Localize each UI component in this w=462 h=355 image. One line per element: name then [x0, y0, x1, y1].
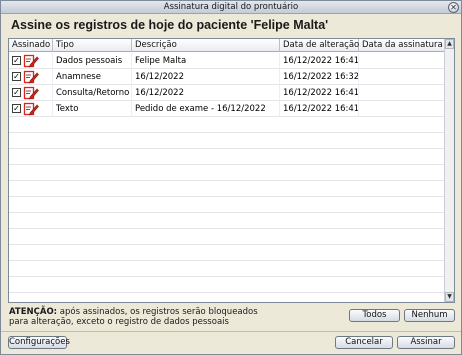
cell-data-assinatura — [359, 101, 445, 117]
table-row[interactable]: ✓ Texto Pedido de exame - 16/12/2022 16/12/… — [9, 101, 445, 117]
cell-data-assinatura — [359, 53, 445, 69]
warning-line2: para alteração, exceto o registro de dad… — [9, 317, 229, 327]
select-none-button[interactable]: Nenhum — [404, 309, 455, 322]
empty-table-row — [9, 229, 445, 245]
col-data-alteracao[interactable]: Data de alteração — [280, 39, 359, 52]
cell-assinado: ✓ — [9, 53, 53, 69]
cell-descricao: Pedido de exame - 16/12/2022 — [132, 101, 280, 117]
warning-text: ATENÇÃO: após assinados, os registros se… — [9, 307, 339, 327]
empty-table-row — [9, 197, 445, 213]
empty-table-row — [9, 245, 445, 261]
col-tipo[interactable]: Tipo — [53, 39, 132, 52]
signed-checkbox[interactable]: ✓ — [12, 88, 21, 97]
table-header: Assinado Tipo Descrição Data de alteraçã… — [9, 39, 445, 52]
table-row[interactable]: ✓ Anamnese 16/12/2022 16/12/2022 16:32 — [9, 69, 445, 85]
warning-label: ATENÇÃO: — [9, 307, 58, 317]
cell-data-alteracao: 16/12/2022 16:41 — [280, 85, 359, 101]
col-assinado[interactable]: Assinado — [9, 39, 53, 52]
signed-checkbox[interactable]: ✓ — [12, 104, 21, 113]
close-icon[interactable]: ✕ — [448, 2, 459, 13]
cell-data-alteracao: 16/12/2022 16:41 — [280, 101, 359, 117]
cell-descricao: Felipe Malta — [132, 53, 280, 69]
cell-descricao: 16/12/2022 — [132, 85, 280, 101]
empty-table-row — [9, 293, 445, 302]
cancel-button[interactable]: Cancelar — [335, 336, 393, 349]
cell-assinado: ✓ — [9, 69, 53, 85]
signed-checkbox[interactable]: ✓ — [12, 56, 21, 65]
cell-data-assinatura — [359, 69, 445, 85]
sign-document-icon — [23, 70, 39, 84]
empty-table-row — [9, 261, 445, 277]
sign-button[interactable]: Assinar — [397, 336, 455, 349]
cell-data-assinatura — [359, 85, 445, 101]
empty-table-row — [9, 213, 445, 229]
empty-table-row — [9, 117, 445, 133]
cell-tipo: Anamnese — [53, 69, 132, 85]
cell-assinado: ✓ — [9, 85, 53, 101]
table-row[interactable]: ✓ Consulta/Retorno 16/12/2022 16/12/2022 16… — [9, 85, 445, 101]
select-all-button[interactable]: Todos — [349, 309, 400, 322]
cell-tipo: Consulta/Retorno — [53, 85, 132, 101]
empty-table-row — [9, 149, 445, 165]
sign-document-icon — [23, 102, 39, 116]
sign-document-icon — [23, 54, 39, 68]
scroll-up-icon[interactable]: ▲ — [445, 39, 454, 49]
vertical-scrollbar[interactable]: ▲ ▼ — [444, 39, 454, 302]
divider — [1, 331, 461, 332]
warning-line1: após assinados, os registros serão bloqu… — [57, 307, 258, 317]
title-bar: Assinatura digital do prontuário ✕ — [1, 1, 461, 14]
cell-assinado: ✓ — [9, 101, 53, 117]
empty-table-row — [9, 165, 445, 181]
cell-data-alteracao: 16/12/2022 16:41 — [280, 53, 359, 69]
signed-checkbox[interactable]: ✓ — [12, 72, 21, 81]
signature-dialog: Assinatura digital do prontuário ✕ Assin… — [0, 0, 462, 355]
scroll-down-icon[interactable]: ▼ — [445, 292, 454, 302]
table-row[interactable]: ✓ Dados pessoais Felipe Malta 16/12/2022 16… — [9, 53, 445, 69]
col-descricao[interactable]: Descrição — [132, 39, 280, 52]
page-title: Assine os registros de hoje do paciente … — [11, 18, 329, 32]
empty-table-row — [9, 181, 445, 197]
sign-document-icon — [23, 86, 39, 100]
settings-button[interactable]: Configurações — [8, 336, 70, 349]
cell-tipo: Dados pessoais — [53, 53, 132, 69]
cell-descricao: 16/12/2022 — [132, 69, 280, 85]
records-table: Assinado Tipo Descrição Data de alteraçã… — [8, 38, 455, 303]
cell-data-alteracao: 16/12/2022 16:32 — [280, 69, 359, 85]
window-title: Assinatura digital do prontuário — [163, 2, 299, 12]
col-data-assinatura[interactable]: Data da assinatura — [359, 39, 445, 52]
empty-table-row — [9, 133, 445, 149]
cell-tipo: Texto — [53, 101, 132, 117]
empty-table-row — [9, 277, 445, 293]
